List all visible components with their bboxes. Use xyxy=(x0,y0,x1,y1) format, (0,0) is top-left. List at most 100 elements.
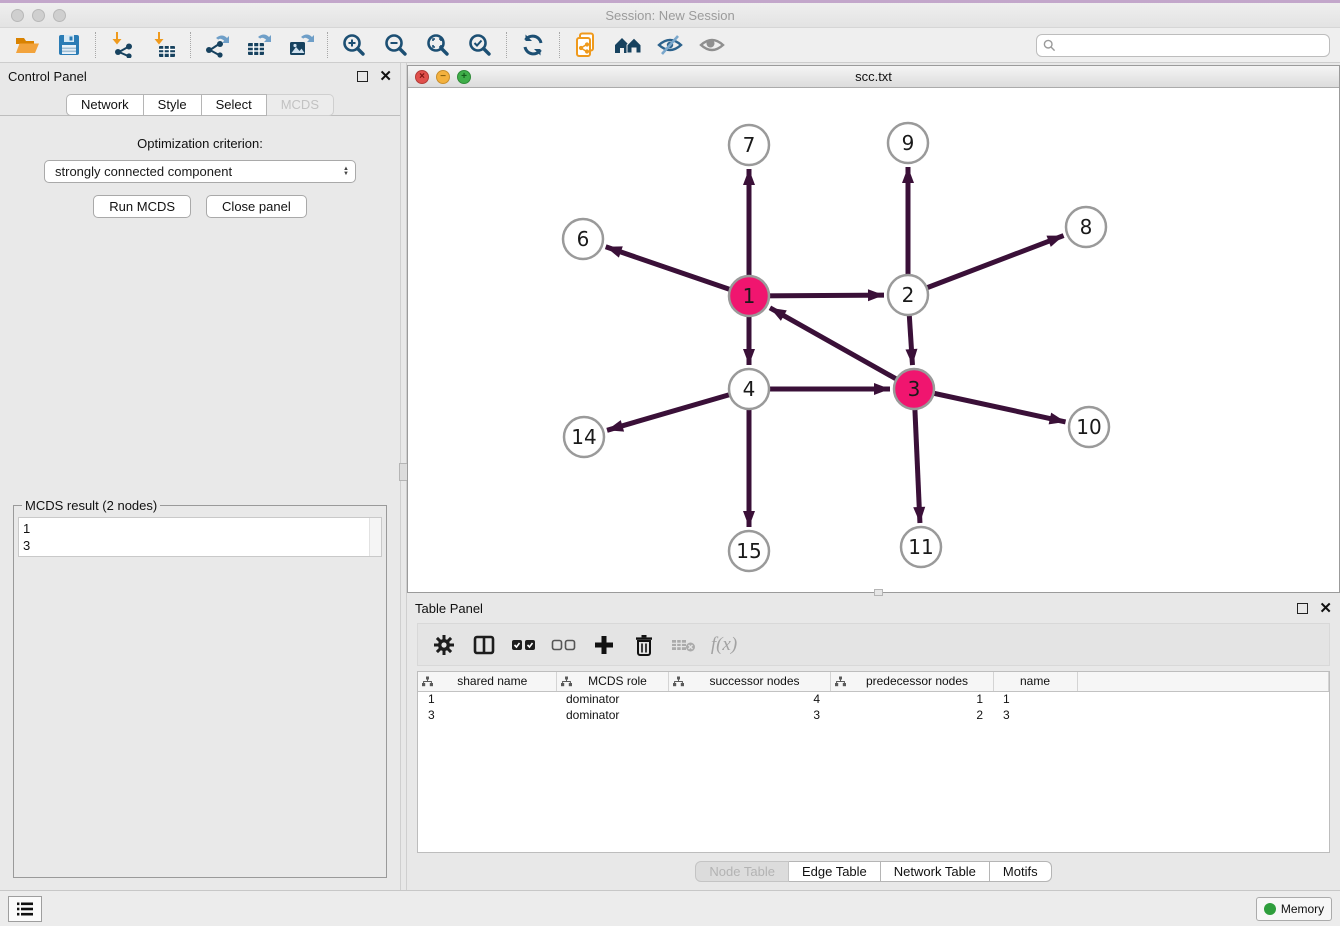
list-icon xyxy=(16,901,34,917)
graph-edge-1-6[interactable] xyxy=(606,247,749,296)
column-header[interactable]: predecessor nodes xyxy=(830,672,993,691)
table-cell[interactable]: 3 xyxy=(418,707,556,723)
select-all-columns-button[interactable] xyxy=(506,628,542,662)
task-history-button[interactable] xyxy=(8,896,42,922)
mcds-buttons-row: Run MCDS Close panel xyxy=(93,195,306,218)
copy-network-button[interactable] xyxy=(565,30,607,60)
criterion-dropdown[interactable]: strongly connected component ▲▼ xyxy=(44,160,356,183)
graph-node-3[interactable]: 3 xyxy=(894,369,934,409)
mcds-result-area: 1 3 xyxy=(18,517,382,557)
graph-edge-3-1[interactable] xyxy=(770,308,914,389)
graph-edge-2-8[interactable] xyxy=(908,236,1064,295)
float-panel-icon[interactable] xyxy=(357,71,368,82)
export-table-button[interactable] xyxy=(238,30,280,60)
table-cell[interactable]: 1 xyxy=(418,691,556,707)
status-bar: Memory xyxy=(0,890,1340,926)
result-scrollbar[interactable] xyxy=(369,518,381,556)
export-image-button[interactable] xyxy=(280,30,322,60)
import-table-icon xyxy=(151,32,177,58)
first-neighbors-button[interactable] xyxy=(607,30,649,60)
table-panel-header: Table Panel ✕ xyxy=(407,595,1340,621)
control-panel: Control Panel ✕ Network Style Select MCD… xyxy=(0,63,400,890)
window-resize-handle[interactable] xyxy=(874,589,883,596)
main-toolbar xyxy=(0,28,1340,63)
column-header[interactable]: successor nodes xyxy=(668,672,830,691)
deselect-all-columns-button[interactable] xyxy=(546,628,582,662)
table-cell[interactable]: 2 xyxy=(830,707,993,723)
os-titlebar: Session: New Session xyxy=(0,3,1340,28)
memory-button[interactable]: Memory xyxy=(1256,897,1332,921)
table-cell[interactable]: dominator xyxy=(556,691,668,707)
table-cell[interactable]: 1 xyxy=(993,691,1077,707)
graph-node-1[interactable]: 1 xyxy=(729,276,769,316)
graph-edge-3-10[interactable] xyxy=(914,389,1066,422)
search-field[interactable] xyxy=(1036,34,1330,57)
tab-style[interactable]: Style xyxy=(144,94,202,116)
graph-node-9[interactable]: 9 xyxy=(888,123,928,163)
node-label: 4 xyxy=(743,377,756,401)
dropdown-stepper-icon: ▲▼ xyxy=(343,167,349,177)
tab-network[interactable]: Network xyxy=(66,94,144,116)
graph-node-10[interactable]: 10 xyxy=(1069,407,1109,447)
panel-splitter[interactable] xyxy=(400,63,407,890)
node-table-head: shared nameMCDS rolesuccessor nodes prede… xyxy=(418,672,1329,691)
zoom-selected-button[interactable] xyxy=(459,30,501,60)
open-session-button[interactable] xyxy=(6,30,48,60)
float-table-panel-icon[interactable] xyxy=(1297,603,1308,614)
network-window-titlebar[interactable]: × − + scc.txt xyxy=(408,66,1339,88)
node-table-body: 1dominator4113dominator323 xyxy=(418,691,1329,723)
table-cell[interactable]: dominator xyxy=(556,707,668,723)
tab-edge-table[interactable]: Edge Table xyxy=(789,861,881,882)
table-row[interactable]: 1dominator411 xyxy=(418,691,1329,707)
column-header-label: predecessor nodes xyxy=(846,674,989,688)
close-panel-button[interactable]: Close panel xyxy=(206,195,307,218)
graph-node-15[interactable]: 15 xyxy=(729,531,769,571)
graph-node-6[interactable]: 6 xyxy=(563,219,603,259)
graph-node-8[interactable]: 8 xyxy=(1066,207,1106,247)
graph-node-4[interactable]: 4 xyxy=(729,369,769,409)
save-session-button[interactable] xyxy=(48,30,90,60)
run-mcds-button[interactable]: Run MCDS xyxy=(93,195,191,218)
close-panel-icon[interactable]: ✕ xyxy=(379,71,392,82)
table-cell[interactable]: 1 xyxy=(830,691,993,707)
table-settings-button[interactable] xyxy=(426,628,462,662)
apply-layout-button[interactable] xyxy=(512,30,554,60)
table-cell[interactable]: 3 xyxy=(668,707,830,723)
column-header[interactable]: name xyxy=(993,672,1077,691)
mcds-result-text[interactable]: 1 3 xyxy=(19,518,369,556)
tab-motifs[interactable]: Motifs xyxy=(990,861,1052,882)
table-row[interactable]: 3dominator323 xyxy=(418,707,1329,723)
tab-mcds[interactable]: MCDS xyxy=(267,94,334,116)
graph-node-2[interactable]: 2 xyxy=(888,275,928,315)
criterion-selected-value: strongly connected component xyxy=(55,164,343,179)
graph-node-7[interactable]: 7 xyxy=(729,125,769,165)
zoom-out-button[interactable] xyxy=(375,30,417,60)
column-header[interactable]: shared name xyxy=(418,672,556,691)
tab-node-table[interactable]: Node Table xyxy=(695,861,789,882)
tab-network-table[interactable]: Network Table xyxy=(881,861,990,882)
hide-selected-button[interactable] xyxy=(649,30,691,60)
zoom-in-button[interactable] xyxy=(333,30,375,60)
close-table-panel-icon[interactable]: ✕ xyxy=(1319,603,1332,614)
split-view-button[interactable] xyxy=(466,628,502,662)
add-column-button[interactable] xyxy=(586,628,622,662)
tab-select[interactable]: Select xyxy=(202,94,267,116)
zoom-fit-button[interactable] xyxy=(417,30,459,60)
zoom-fit-icon xyxy=(425,32,451,58)
delete-columns-button[interactable] xyxy=(626,628,662,662)
graph-edge-4-14[interactable] xyxy=(607,389,749,430)
import-table-button[interactable] xyxy=(143,30,185,60)
application-window: Session: New Session xyxy=(0,0,1340,926)
table-cell[interactable]: 3 xyxy=(993,707,1077,723)
gear-icon xyxy=(433,634,455,656)
show-all-button[interactable] xyxy=(691,30,733,60)
network-canvas[interactable]: 7 9 6 8 1 2 4 3 14 10 15 11 xyxy=(408,88,1339,592)
export-network-button[interactable] xyxy=(196,30,238,60)
column-type-icon xyxy=(673,676,684,687)
search-input[interactable] xyxy=(1060,39,1323,53)
table-cell[interactable]: 4 xyxy=(668,691,830,707)
column-header[interactable]: MCDS role xyxy=(556,672,668,691)
import-network-button[interactable] xyxy=(101,30,143,60)
graph-node-14[interactable]: 14 xyxy=(564,417,604,457)
graph-node-11[interactable]: 11 xyxy=(901,527,941,567)
